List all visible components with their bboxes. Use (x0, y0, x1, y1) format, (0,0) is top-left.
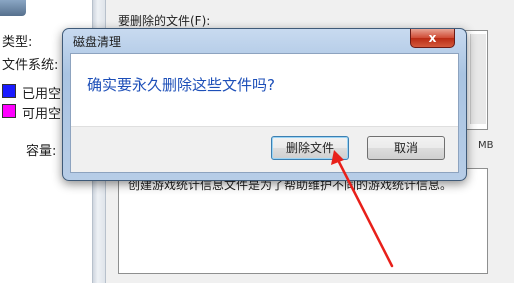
dialog-title: 磁盘清理 (73, 35, 122, 49)
filesystem-label: 文件系统: (2, 58, 59, 73)
type-label: 类型: (2, 35, 33, 50)
files-to-delete-label: 要删除的文件(F): (118, 14, 211, 28)
cancel-button[interactable]: 取消 (367, 136, 445, 160)
free-space-swatch (2, 104, 16, 118)
used-space-swatch (2, 84, 16, 98)
dialog-footer: 删除文件 取消 (71, 126, 458, 172)
drive-icon (0, 0, 26, 16)
confirm-dialog: 磁盘清理 x 确实要永久删除这些文件吗? 删除文件 取消 (62, 28, 467, 181)
dialog-body: 确实要永久删除这些文件吗? 删除文件 取消 (70, 53, 459, 173)
free-space-label: 可用空 (22, 107, 62, 122)
size-unit-label: MB (478, 140, 494, 151)
delete-files-button[interactable]: 删除文件 (271, 136, 349, 160)
close-button[interactable]: x (410, 29, 455, 48)
confirm-message: 确实要永久删除这些文件吗? (87, 76, 275, 94)
capacity-label: 容量: (26, 144, 57, 159)
listbox-scrollbar[interactable] (470, 34, 486, 124)
used-space-label: 已用空 (22, 87, 62, 102)
